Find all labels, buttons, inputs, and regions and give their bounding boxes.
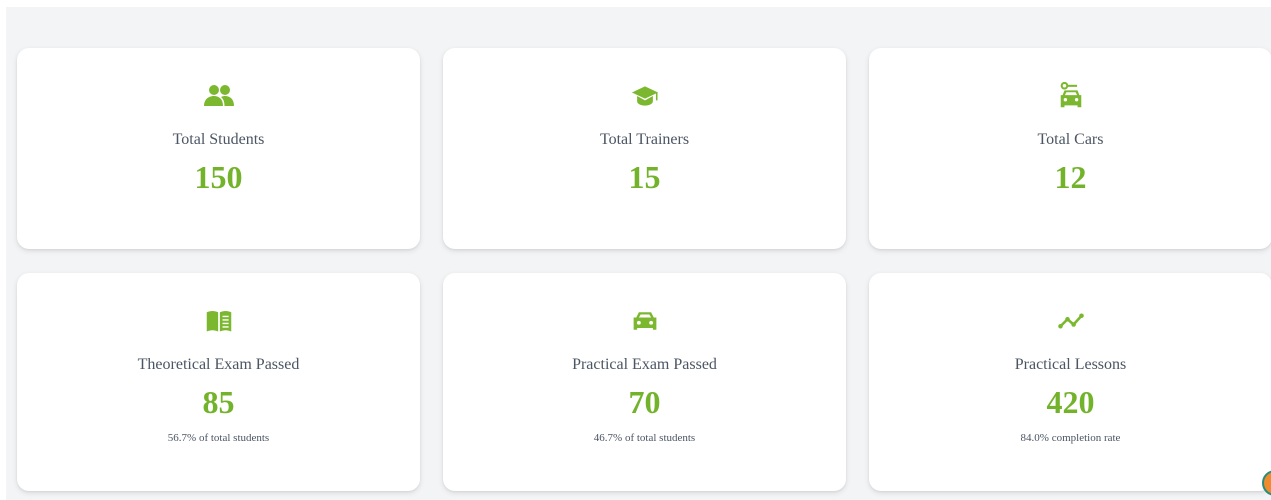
car-key-icon — [1055, 82, 1087, 110]
stat-value: 85 — [202, 384, 235, 420]
book-icon — [203, 307, 235, 335]
dashboard-page: Total Students 150 Total Trainers 15 Tot… — [0, 0, 1271, 500]
stat-label: Total Students — [172, 131, 265, 148]
stat-card-total-cars: Total Cars 12 — [869, 48, 1271, 249]
car-icon — [629, 307, 661, 335]
stat-value: 12 — [1054, 159, 1087, 195]
stat-card-practical-lessons: Practical Lessons 420 84.0% completion r… — [869, 273, 1271, 491]
stat-subtext: 46.7% of total students — [593, 432, 696, 444]
stat-card-theoretical-exam-passed: Theoretical Exam Passed 85 56.7% of tota… — [17, 273, 420, 491]
stat-label: Practical Exam Passed — [572, 356, 717, 373]
stat-label: Total Cars — [1037, 131, 1104, 148]
stat-card-total-trainers: Total Trainers 15 — [443, 48, 846, 249]
stat-card-practical-exam-passed: Practical Exam Passed 70 46.7% of total … — [443, 273, 846, 491]
stat-label: Practical Lessons — [1014, 356, 1127, 373]
stat-subtext: 56.7% of total students — [167, 432, 270, 444]
users-icon — [203, 82, 235, 110]
stat-label: Total Trainers — [599, 131, 690, 148]
stat-label: Theoretical Exam Passed — [137, 356, 300, 373]
stat-value: 150 — [194, 159, 243, 195]
stat-value: 15 — [628, 159, 661, 195]
stat-value: 70 — [628, 384, 661, 420]
stat-value: 420 — [1046, 384, 1095, 420]
trend-line-icon — [1055, 307, 1087, 335]
stat-card-total-students: Total Students 150 — [17, 48, 420, 249]
stat-subtext: 84.0% completion rate — [1020, 432, 1121, 444]
graduation-cap-icon — [629, 82, 661, 110]
